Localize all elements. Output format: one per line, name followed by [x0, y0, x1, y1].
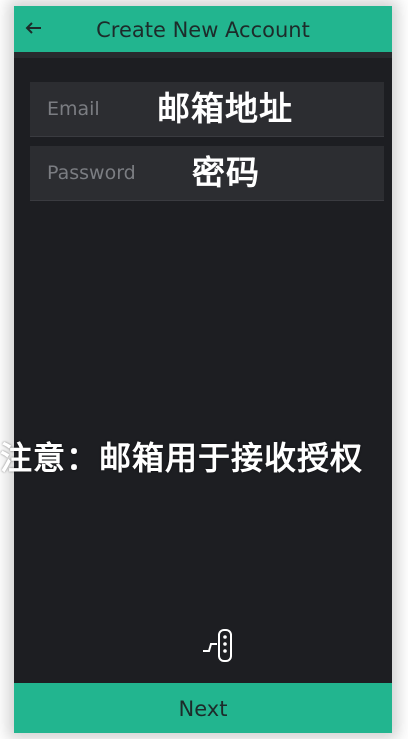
next-button-label: Next: [178, 697, 228, 721]
header-divider: [14, 52, 392, 58]
password-field[interactable]: Password 密码: [30, 146, 384, 201]
password-placeholder: Password: [47, 162, 136, 184]
email-caption: 邮箱地址: [157, 89, 293, 128]
caption-note: 注意：邮箱用于接收授权: [0, 439, 364, 477]
next-button[interactable]: Next: [14, 683, 392, 733]
blynk-logo-icon: [200, 626, 240, 666]
app-screen: Create New Account Email 邮箱地址 Password 密…: [14, 6, 392, 733]
email-placeholder: Email: [47, 98, 100, 120]
page-title: Create New Account: [96, 18, 310, 42]
header-bar: Create New Account: [14, 6, 392, 52]
email-field[interactable]: Email 邮箱地址: [30, 82, 384, 137]
password-caption: 密码: [192, 153, 260, 192]
screen-frame: Create New Account Email 邮箱地址 Password 密…: [0, 0, 408, 739]
